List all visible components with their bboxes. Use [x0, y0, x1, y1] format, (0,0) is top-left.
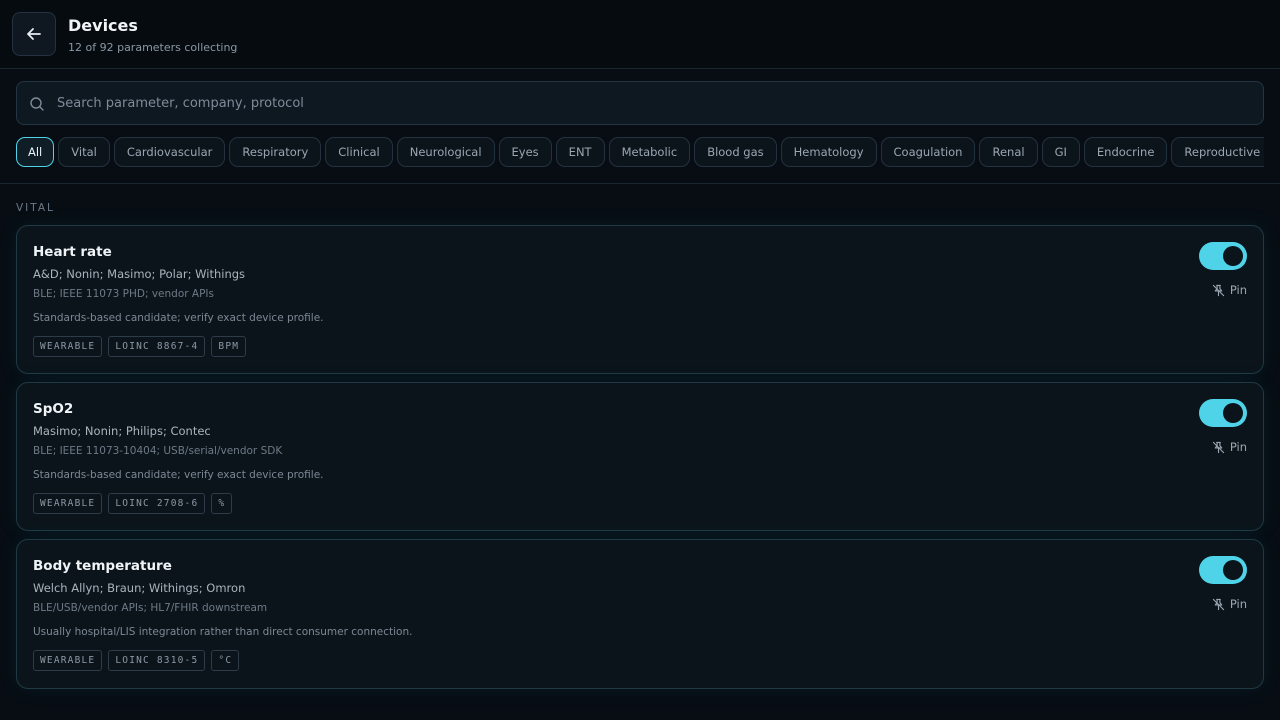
- pin-off-icon: [1212, 598, 1224, 610]
- parameter-note: Standards-based candidate; verify exact …: [33, 312, 324, 324]
- parameter-companies: A&D; Nonin; Masimo; Polar; Withings: [33, 267, 246, 281]
- divider: [0, 183, 1280, 184]
- category-filter-bar: All Vital Cardiovascular Respiratory Clinica…: [16, 137, 1264, 167]
- parameter-name: Body temperature: [33, 558, 172, 574]
- filter-chip-neurological[interactable]: Neurological: [396, 137, 495, 167]
- filter-chip-eyes[interactable]: Eyes: [498, 137, 552, 167]
- filter-chip-hematology[interactable]: Hematology: [780, 137, 877, 167]
- tag-list: WEARABLE LOINC 2708-6%: [33, 493, 238, 514]
- pin-label: Pin: [1229, 597, 1247, 611]
- parameter-name: SpO2: [33, 401, 74, 417]
- parameter-protocol: BLE/USB/vendor APIs; HL7/FHIR downstream: [33, 602, 268, 614]
- tag-list: WEARABLE LOINC 8867-4 BPM: [33, 336, 252, 357]
- filter-chip-coagulation[interactable]: Coagulation: [880, 137, 976, 167]
- toggle-knob: [1223, 246, 1243, 266]
- tag-badge: WEARABLE: [33, 650, 103, 671]
- filter-chip-gi[interactable]: GI: [1041, 137, 1080, 167]
- filter-chip-renal[interactable]: Renal: [979, 137, 1038, 167]
- parameter-protocol: BLE; IEEE 11073-10404; USB/serial/vendor…: [33, 445, 283, 457]
- filter-chip-respiratory[interactable]: Respiratory: [229, 137, 322, 167]
- tag-badge: LOINC 8310-5: [108, 650, 206, 671]
- toggle-knob: [1223, 560, 1243, 580]
- page-subtitle: 12 of 92 parameters collecting: [68, 41, 238, 54]
- parameter-protocol: BLE; IEEE 11073 PHD; vendor APIs: [33, 288, 214, 300]
- pin-button[interactable]: Pin: [1212, 596, 1247, 612]
- pin-off-icon: [1212, 284, 1224, 296]
- tag-badge: WEARABLE: [33, 493, 103, 514]
- filter-chip-blood-gas[interactable]: Blood gas: [694, 137, 777, 167]
- pin-off-icon: [1212, 441, 1224, 453]
- search-icon: [30, 97, 44, 111]
- parameter-companies: Welch Allyn; Braun; Withings; Omron: [33, 581, 246, 595]
- parameter-companies: Masimo; Nonin; Philips; Contec: [33, 424, 211, 438]
- tag-badge: BPM: [211, 336, 247, 357]
- toggle-knob: [1223, 403, 1243, 423]
- pin-button[interactable]: Pin: [1212, 282, 1247, 298]
- tag-badge: WEARABLE: [33, 336, 103, 357]
- parameter-card: Heart rate A&D; Nonin; Masimo; Polar; Wit…: [16, 225, 1264, 374]
- tag-badge: LOINC 2708-6: [108, 493, 206, 514]
- section-label: VITAL: [16, 202, 55, 214]
- app-header: Devices 12 of 92 parameters collecting: [0, 0, 1280, 69]
- tag-badge: %: [211, 493, 233, 514]
- filter-chip-cardiovascular[interactable]: Cardiovascular: [113, 137, 226, 167]
- tag-badge: °C: [211, 650, 240, 671]
- tag-badge: LOINC 8867-4: [108, 336, 206, 357]
- search-input[interactable]: [57, 82, 1253, 124]
- parameter-name: Heart rate: [33, 244, 112, 260]
- back-button[interactable]: [12, 12, 56, 56]
- filter-chip-metabolic[interactable]: Metabolic: [608, 137, 691, 167]
- filter-chip-clinical[interactable]: Clinical: [325, 137, 393, 167]
- page-title: Devices: [68, 16, 138, 35]
- search-bar: [16, 81, 1264, 125]
- parameter-note: Usually hospital/LIS integration rather …: [33, 626, 413, 638]
- collect-toggle[interactable]: [1199, 556, 1247, 584]
- pin-label: Pin: [1229, 440, 1247, 454]
- arrow-left-icon: [27, 28, 41, 40]
- parameter-note: Standards-based candidate; verify exact …: [33, 469, 324, 481]
- pin-label: Pin: [1229, 283, 1247, 297]
- filter-chip-endocrine[interactable]: Endocrine: [1083, 137, 1168, 167]
- pin-button[interactable]: Pin: [1212, 439, 1247, 455]
- filter-chip-vital[interactable]: Vital: [58, 137, 110, 167]
- collect-toggle[interactable]: [1199, 242, 1247, 270]
- filter-chip-ent[interactable]: ENT: [555, 137, 605, 167]
- filter-chip-all[interactable]: All: [16, 137, 55, 167]
- parameter-card: SpO2 Masimo; Nonin; Philips; Contec BLE; I…: [16, 382, 1264, 531]
- parameter-card: Body temperature Welch Allyn; Braun; With…: [16, 539, 1264, 689]
- filter-chip-reproductive[interactable]: Reproductive: [1171, 137, 1264, 167]
- tag-list: WEARABLE LOINC 8310-5 °C: [33, 650, 245, 671]
- collect-toggle[interactable]: [1199, 399, 1247, 427]
